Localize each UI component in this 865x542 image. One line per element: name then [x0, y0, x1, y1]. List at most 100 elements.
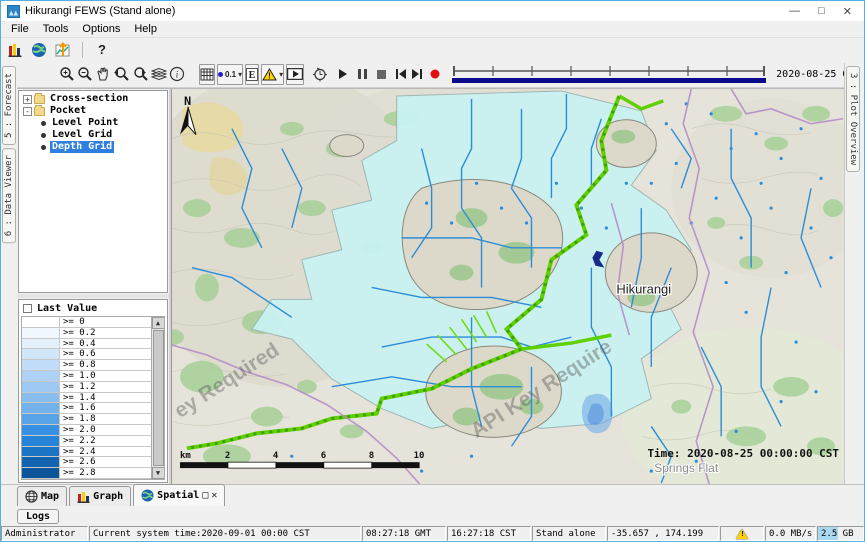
maximize-button[interactable]: □ [818, 5, 825, 18]
warning-icon [736, 529, 748, 539]
bullet-icon [41, 121, 46, 126]
svg-text:4: 4 [273, 451, 278, 461]
town-label: Hikurangi [616, 281, 671, 296]
scroll-thumb[interactable] [153, 330, 164, 466]
time-slider[interactable] [450, 63, 768, 85]
legend-row: >= 2.8 [22, 468, 151, 479]
legend-swatch [22, 403, 60, 413]
svg-text:2: 2 [225, 451, 230, 461]
pan-hand-icon[interactable] [95, 64, 111, 85]
play-button[interactable] [338, 64, 348, 85]
status-user: Administrator [1, 526, 88, 541]
legend-row: >= 1.6 [22, 403, 151, 414]
status-warning[interactable] [720, 526, 764, 541]
chevron-down-icon: ▾ [238, 70, 242, 79]
legend-swatch [22, 447, 60, 457]
scroll-up-icon[interactable]: ▲ [152, 317, 165, 329]
zoom-previous-icon[interactable] [113, 64, 130, 85]
tree-item-level-point[interactable]: Level Point [19, 117, 167, 129]
status-memory[interactable]: 2.5 GB [817, 526, 864, 541]
map-canvas[interactable]: ey Required API Key Require Hikurangi Sp… [172, 89, 844, 484]
grid-value-dropdown[interactable]: 0.1 ▾ [217, 64, 243, 85]
tree-item-level-grid[interactable]: Level Grid [19, 129, 167, 141]
legend-swatch [22, 339, 60, 349]
panel-splitter[interactable] [17, 294, 169, 298]
legend-swatch [22, 382, 60, 392]
status-mode: Stand alone [532, 526, 606, 541]
menu-file[interactable]: File [5, 22, 35, 36]
right-tab-strip: 3 : Plot Overview [844, 63, 864, 484]
globe-icon [141, 489, 154, 502]
stop-button[interactable] [377, 64, 386, 85]
tab-restore-icon[interactable]: □ [202, 491, 208, 501]
record-button[interactable] [430, 64, 440, 85]
menu-help[interactable]: Help [128, 22, 163, 36]
thresholds-dropdown[interactable]: ! ▾ [261, 64, 284, 85]
folder-icon [34, 107, 45, 116]
tab-map[interactable]: Map [17, 486, 67, 506]
svg-text:E: E [249, 70, 256, 81]
database-icon[interactable] [5, 41, 25, 59]
tab-forecast[interactable]: 5 : Forecast [2, 66, 16, 145]
last-value-checkbox[interactable] [23, 304, 32, 313]
svg-text:10: 10 [414, 451, 425, 461]
animation-movie-button[interactable] [286, 64, 304, 85]
tab-plot-overview[interactable]: 3 : Plot Overview [846, 66, 860, 172]
contour-toggle-button[interactable]: E [245, 64, 259, 85]
collapse-icon[interactable]: - [23, 107, 32, 116]
menu-tools[interactable]: Tools [37, 22, 75, 36]
tree-item-pocket[interactable]: - Pocket [19, 105, 167, 117]
tab-spatial[interactable]: Spatial □ ✕ [133, 484, 225, 506]
grid-value-label: 0.1 [225, 70, 236, 79]
help-button[interactable]: ? [92, 41, 112, 59]
legend-row: >= 3.0 [22, 479, 151, 480]
chevron-down-icon: ▾ [279, 70, 283, 79]
svg-text:N: N [184, 94, 191, 108]
zoom-out-icon[interactable] [77, 64, 93, 85]
timeseries-chart-icon[interactable] [53, 41, 73, 59]
map-view[interactable]: ey Required API Key Require Hikurangi Sp… [171, 89, 844, 484]
step-forward-button[interactable] [412, 64, 422, 85]
step-back-button[interactable] [396, 64, 406, 85]
map-toolbar: i 0.1 ▾ E ! ▾ [1, 61, 864, 88]
svg-text:i: i [176, 70, 179, 80]
app-icon [7, 5, 20, 18]
legend-swatch [22, 468, 60, 478]
zoom-in-icon[interactable] [59, 64, 75, 85]
expand-icon[interactable]: + [23, 95, 32, 104]
legend-scrollbar[interactable]: ▲ ▼ [151, 317, 164, 479]
tab-close-icon[interactable]: ✕ [211, 491, 217, 501]
map-time-label: Time: 2020-08-25 00:00:00 CST [647, 447, 839, 460]
logs-row: Logs [1, 506, 864, 526]
layers-icon[interactable] [151, 64, 167, 85]
legend-panel: Last Value >= 0 >= 0.2 >= 0.4 >= 0.6 >= … [18, 299, 168, 483]
tab-graph[interactable]: Graph [69, 486, 131, 506]
legend-swatch [22, 436, 60, 446]
legend-row: >= 0.8 [22, 360, 151, 371]
legend-row: >= 2.2 [22, 436, 151, 447]
tree-item-depth-grid[interactable]: Depth Grid [19, 141, 167, 153]
pause-button[interactable] [358, 64, 367, 85]
grid-toggle-icon[interactable] [199, 64, 215, 85]
legend-swatch [22, 360, 60, 370]
timeline-range-bar [452, 78, 766, 83]
tab-data-viewer[interactable]: 6 : Data Viewer [2, 148, 16, 243]
legend-row: >= 0.2 [22, 328, 151, 339]
close-button[interactable]: ✕ [843, 5, 852, 18]
svg-text:8: 8 [369, 451, 374, 461]
menu-options[interactable]: Options [76, 22, 126, 36]
scroll-down-icon[interactable]: ▼ [152, 467, 165, 479]
minimize-button[interactable]: — [789, 5, 800, 18]
zoom-next-icon[interactable] [132, 64, 149, 85]
tree-item-cross-section[interactable]: + Cross-section [19, 93, 167, 105]
tab-logs[interactable]: Logs [17, 509, 59, 524]
timer-settings-icon[interactable] [312, 64, 328, 85]
map-globe-icon[interactable] [29, 41, 49, 59]
legend-swatch [22, 414, 60, 424]
dot-icon [218, 72, 223, 77]
svg-text:!: ! [268, 71, 271, 80]
status-system-time: Current system time:2020-09-01 00:00 CST [89, 526, 361, 541]
legend-swatch [22, 479, 60, 480]
info-icon[interactable]: i [169, 64, 185, 85]
toolbar-separator [82, 42, 83, 58]
